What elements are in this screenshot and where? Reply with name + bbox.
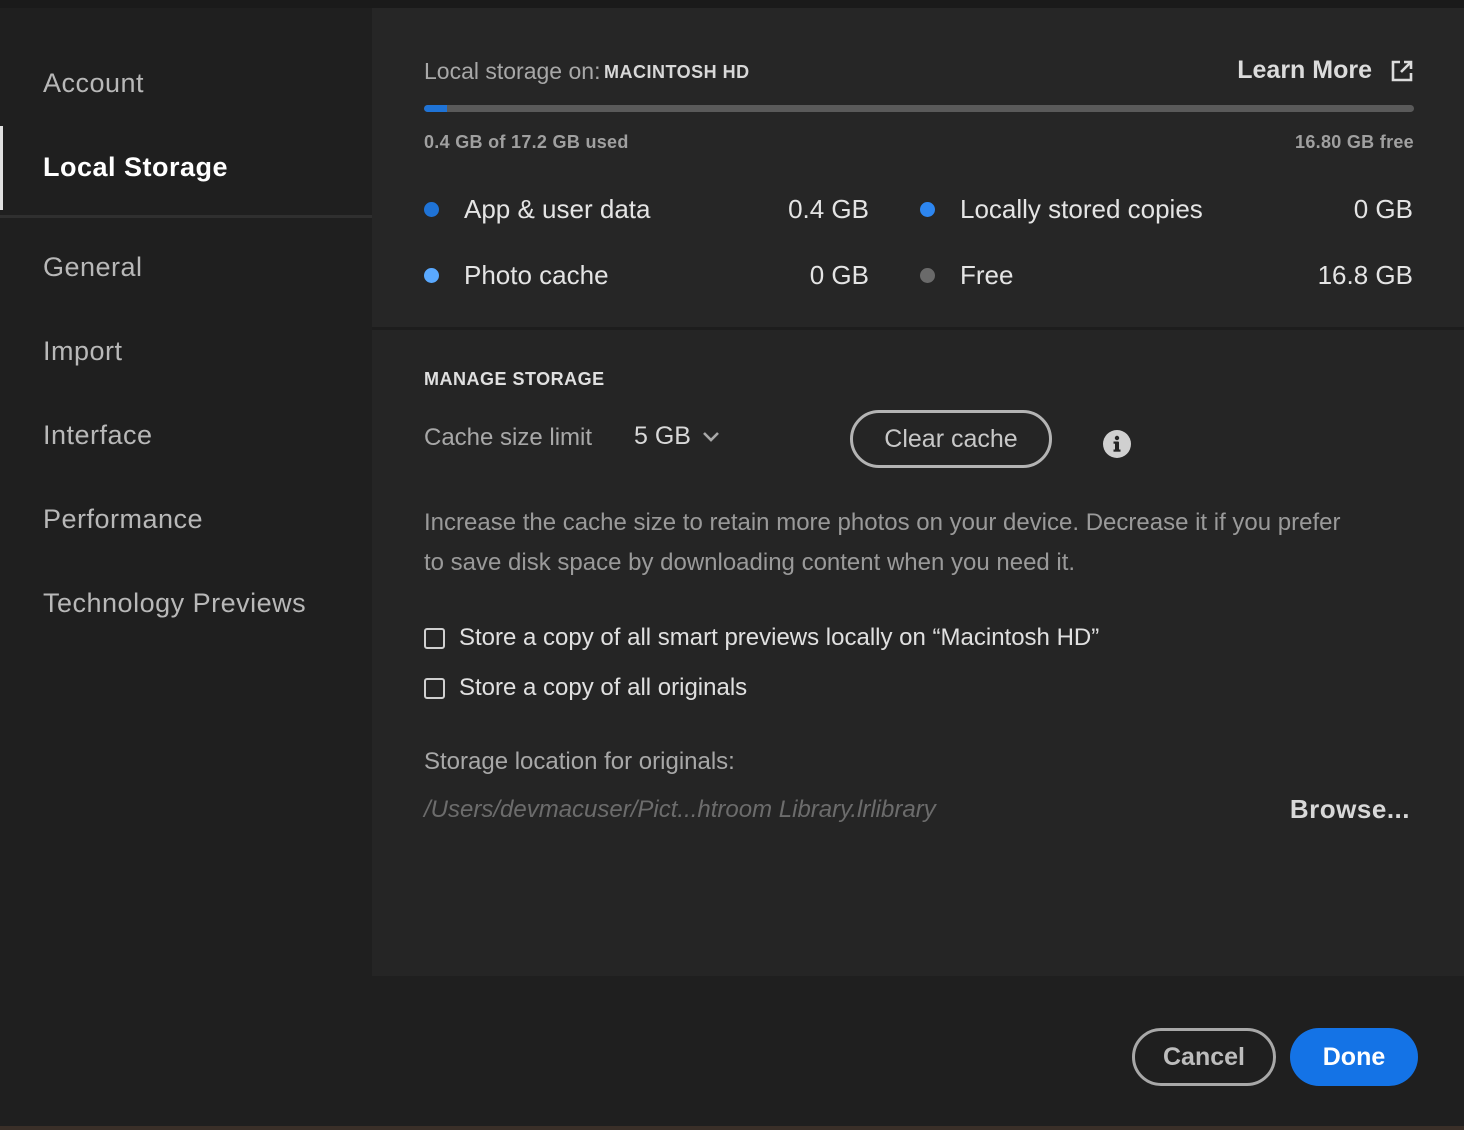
originals-checkbox[interactable] xyxy=(424,677,445,699)
legend-locally-stored-copies: Locally stored copies 0 GB xyxy=(920,192,1413,226)
sidebar-divider xyxy=(0,215,372,218)
drive-name: MACINTOSH HD xyxy=(604,62,750,82)
legend-dot xyxy=(920,267,935,283)
storage-summary: Local storage on: MACINTOSH HD Learn Mor… xyxy=(372,8,1464,330)
smart-previews-checkbox[interactable] xyxy=(424,627,445,649)
done-button[interactable]: Done xyxy=(1290,1028,1418,1086)
chevron-down-icon xyxy=(703,431,719,442)
sidebar: Account Local Storage General Import Int… xyxy=(0,8,372,976)
storage-usage-fill xyxy=(424,105,447,112)
legend-value: 0 GB xyxy=(1353,193,1413,224)
legend-free: Free 16.8 GB xyxy=(920,258,1413,292)
sidebar-item-import[interactable]: Import xyxy=(0,336,372,367)
legend-dot xyxy=(920,201,935,217)
legend-label: Free xyxy=(960,259,1014,290)
cache-size-select[interactable]: 5 GB xyxy=(634,422,721,451)
sidebar-item-performance[interactable]: Performance xyxy=(0,504,372,535)
sidebar-item-general[interactable]: General xyxy=(0,252,372,283)
storage-location-label: Storage location for originals: xyxy=(424,748,735,775)
cache-size-label: Cache size limit xyxy=(424,424,593,451)
storage-usage-bar xyxy=(424,105,1414,112)
smart-previews-checkbox-row[interactable]: Store a copy of all smart previews local… xyxy=(424,624,1099,652)
learn-more-link[interactable]: Learn More xyxy=(1237,56,1414,85)
originals-label: Store a copy of all originals xyxy=(459,674,748,701)
sidebar-item-technology-previews[interactable]: Technology Previews xyxy=(0,588,372,619)
used-text: 0.4 GB of 17.2 GB used xyxy=(424,132,629,152)
storage-location-path: /Users/devmacuser/Pict...htroom Library.… xyxy=(424,796,936,823)
cache-size-value: 5 GB xyxy=(634,422,691,450)
storage-label: Local storage on: xyxy=(424,58,601,84)
legend-value: 0 GB xyxy=(809,259,869,290)
manage-storage-heading: MANAGE STORAGE xyxy=(424,369,605,389)
legend-label: App & user data xyxy=(464,193,651,224)
background-strip xyxy=(0,1126,1464,1130)
cache-description: Increase the cache size to retain more p… xyxy=(424,509,1341,576)
legend-dot xyxy=(424,267,439,283)
legend-value: 0.4 GB xyxy=(788,193,869,224)
legend-value: 16.8 GB xyxy=(1317,259,1413,290)
info-icon[interactable] xyxy=(1102,429,1132,459)
external-link-icon xyxy=(1391,60,1413,81)
clear-cache-button[interactable]: Clear cache xyxy=(850,410,1052,468)
preferences-dialog: Account Local Storage General Import Int… xyxy=(0,8,1464,1130)
originals-checkbox-row[interactable]: Store a copy of all originals xyxy=(424,674,747,702)
legend-label: Locally stored copies xyxy=(960,193,1203,224)
free-text: 16.80 GB free xyxy=(1295,132,1414,152)
content-panel: Local storage on: MACINTOSH HD Learn Mor… xyxy=(372,8,1464,976)
legend-label: Photo cache xyxy=(464,259,609,290)
legend-photo-cache: Photo cache 0 GB xyxy=(424,258,869,292)
cancel-button[interactable]: Cancel xyxy=(1132,1028,1276,1086)
learn-more-label: Learn More xyxy=(1237,56,1372,84)
sidebar-item-account[interactable]: Account xyxy=(0,68,372,99)
dialog-footer: Cancel Done xyxy=(0,976,1464,1130)
legend-app-user-data: App & user data 0.4 GB xyxy=(424,192,869,226)
sidebar-item-interface[interactable]: Interface xyxy=(0,420,372,451)
browse-button[interactable]: Browse... xyxy=(1290,794,1410,825)
smart-previews-label: Store a copy of all smart previews local… xyxy=(459,624,1100,651)
legend-dot xyxy=(424,201,439,217)
sidebar-item-local-storage[interactable]: Local Storage xyxy=(0,152,372,183)
